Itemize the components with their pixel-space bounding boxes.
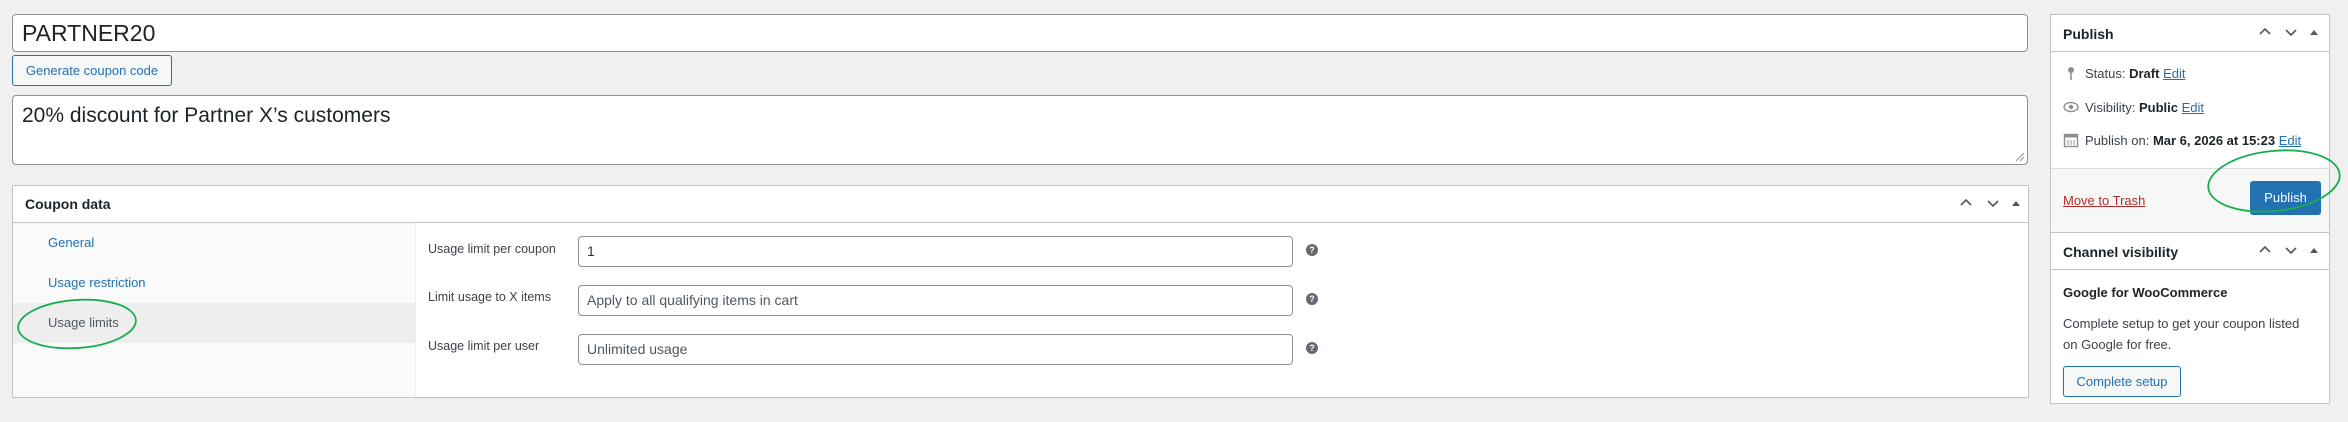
- channel-visibility-title: Channel visibility: [2063, 244, 2179, 260]
- coupon-description-text: 20% discount for Partner X’s customers: [22, 104, 391, 127]
- coupon-data-title: Coupon data: [25, 196, 111, 212]
- channel-visibility-box: Channel visibility Google for WooCommerc…: [2050, 232, 2330, 404]
- visibility-label: Visibility:: [2085, 100, 2136, 115]
- tab-general[interactable]: General: [13, 223, 416, 263]
- coupon-code-input[interactable]: PARTNER20: [12, 14, 2028, 52]
- move-down-icon[interactable]: [1983, 195, 2003, 215]
- pin-icon: [2068, 67, 2074, 80]
- usage-limit-per-coupon-label: Usage limit per coupon: [428, 242, 556, 256]
- move-up-icon[interactable]: [1956, 195, 1976, 215]
- collapse-toggle-icon[interactable]: [2304, 242, 2324, 262]
- move-down-icon[interactable]: [2281, 24, 2301, 44]
- channel-text-line-1: Complete setup to get your coupon listed: [2063, 316, 2300, 331]
- help-icon[interactable]: ?: [1306, 342, 1318, 354]
- status-label: Status:: [2085, 66, 2126, 81]
- usage-limit-per-coupon-input[interactable]: 1: [578, 236, 1293, 267]
- channel-visibility-header: Channel visibility: [2051, 233, 2329, 270]
- publish-header: Publish: [2051, 15, 2329, 52]
- move-to-trash-link[interactable]: Move to Trash: [2063, 193, 2145, 208]
- resize-grip-icon[interactable]: [2013, 150, 2025, 162]
- publish-box: Publish Status: Draft Edit Visibility: P…: [2050, 14, 2330, 233]
- limit-usage-items-input[interactable]: Apply to all qualifying items in cart: [578, 285, 1293, 316]
- move-up-icon[interactable]: [2255, 242, 2275, 262]
- coupon-data-tabs: General Usage restriction Usage limits: [13, 223, 416, 397]
- channel-subtitle: Google for WooCommerce: [2063, 285, 2228, 300]
- calendar-icon: [2063, 133, 2079, 148]
- publish-button[interactable]: Publish: [2250, 181, 2321, 215]
- help-icon[interactable]: ?: [1306, 293, 1318, 305]
- publish-date-edit-link[interactable]: Edit: [2279, 133, 2301, 148]
- visibility-edit-link[interactable]: Edit: [2182, 100, 2204, 115]
- status-edit-link[interactable]: Edit: [2163, 66, 2185, 81]
- coupon-description-field[interactable]: 20% discount for Partner X’s customers: [12, 95, 2028, 165]
- publish-on-value: Mar 6, 2026 at 15:23: [2152, 133, 2276, 148]
- eye-icon: [2063, 101, 2079, 113]
- publish-title: Publish: [2063, 26, 2114, 42]
- coupon-data-panel: Coupon data General Usage restriction Us…: [12, 185, 2029, 398]
- move-down-icon[interactable]: [2281, 242, 2301, 262]
- visibility-row: Visibility: Public Edit: [2063, 98, 2204, 118]
- limit-usage-items-label: Limit usage to X items: [428, 290, 551, 304]
- tab-usage-limits[interactable]: Usage limits: [13, 303, 416, 343]
- publish-actions: Move to Trash Publish: [2051, 168, 2329, 233]
- usage-limit-per-user-input[interactable]: Unlimited usage: [578, 334, 1293, 365]
- status-row: Status: Draft Edit: [2063, 64, 2185, 84]
- generate-coupon-button[interactable]: Generate coupon code: [12, 55, 172, 86]
- tab-usage-restriction[interactable]: Usage restriction: [13, 263, 416, 303]
- status-value: Draft: [2129, 66, 2160, 81]
- collapse-toggle-icon[interactable]: [2304, 24, 2324, 44]
- complete-setup-button[interactable]: Complete setup: [2063, 366, 2181, 397]
- publish-on-label: Publish on:: [2085, 133, 2150, 148]
- visibility-value: Public: [2138, 100, 2178, 115]
- usage-limit-per-user-label: Usage limit per user: [428, 339, 540, 353]
- help-icon[interactable]: ?: [1306, 244, 1318, 256]
- move-up-icon[interactable]: [2255, 24, 2275, 44]
- coupon-data-header: Coupon data: [13, 186, 2028, 223]
- channel-text-line-2: on Google for free.: [2063, 337, 2172, 352]
- publish-date-row: Publish on: Mar 6, 2026 at 15:23 Edit: [2063, 131, 2301, 151]
- collapse-toggle-icon[interactable]: [2006, 195, 2026, 215]
